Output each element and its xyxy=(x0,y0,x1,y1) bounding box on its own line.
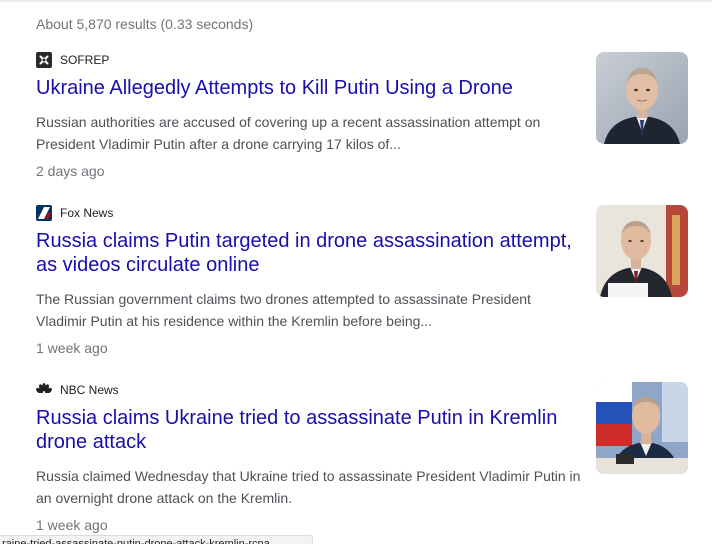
putin-meeting-thumbnail[interactable] xyxy=(596,205,688,297)
source-name: Fox News xyxy=(60,206,114,220)
result-snippet: Russia claimed Wednesday that Ukraine tr… xyxy=(36,468,581,506)
nbc-peacock-logo-icon xyxy=(36,382,52,398)
fox-news-logo-icon xyxy=(36,205,52,221)
result-age: 2 days ago xyxy=(36,163,105,179)
result-snippet: The Russian government claims two drones… xyxy=(36,291,531,329)
top-divider xyxy=(0,0,712,2)
result-source[interactable]: SOFREP xyxy=(36,52,688,68)
source-name: NBC News xyxy=(60,383,119,397)
result-source[interactable]: NBC News xyxy=(36,382,688,398)
result-snippet: Russian authorities are accused of cover… xyxy=(36,114,541,152)
search-result: NBC News Russia claims Ukraine tried to … xyxy=(36,382,688,536)
search-result: SOFREP Ukraine Allegedly Attempts to Kil… xyxy=(36,52,688,182)
result-title-link[interactable]: Russia claims Putin targeted in drone as… xyxy=(36,229,581,277)
result-age: 1 week ago xyxy=(36,340,108,356)
results-stats: About 5,870 results (0.33 seconds) xyxy=(36,16,254,32)
putin-desk-flag-thumbnail[interactable] xyxy=(596,382,688,474)
putin-portrait-thumbnail[interactable] xyxy=(596,52,688,144)
result-title-link[interactable]: Russia claims Ukraine tried to assassina… xyxy=(36,406,581,454)
result-source[interactable]: Fox News xyxy=(36,205,688,221)
sofrep-logo-icon xyxy=(36,52,52,68)
result-age: 1 week ago xyxy=(36,517,108,533)
result-title-link[interactable]: Ukraine Allegedly Attempts to Kill Putin… xyxy=(36,76,581,100)
source-name: SOFREP xyxy=(60,53,110,67)
search-result: Fox News Russia claims Putin targeted in… xyxy=(36,205,688,359)
